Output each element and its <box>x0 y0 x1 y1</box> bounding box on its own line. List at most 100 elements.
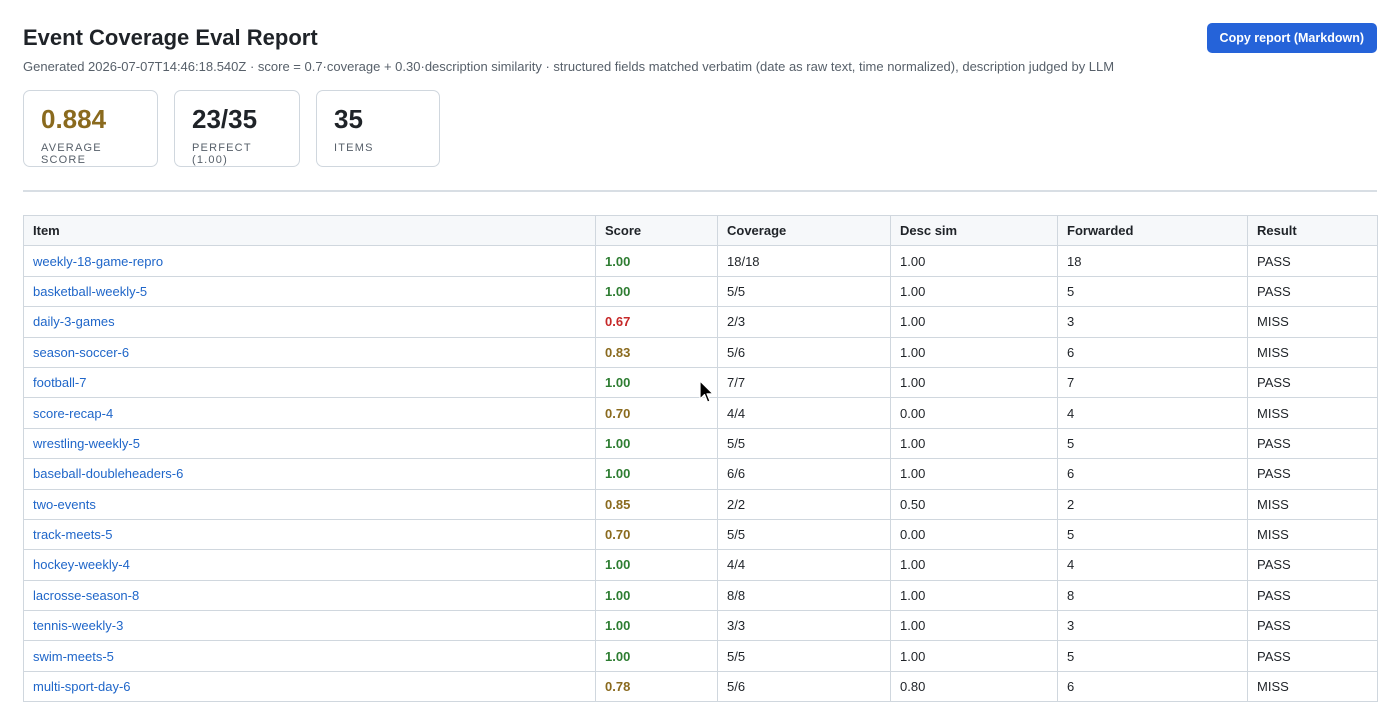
score-cell: 0.78 <box>595 670 718 703</box>
item-link[interactable]: score-recap-4 <box>33 406 113 421</box>
table-header-row: Item Score Coverage Desc sim Forwarded R… <box>23 214 1378 247</box>
item-cell: multi-sport-day-6 <box>23 670 596 703</box>
stat-card-perfect: 23/35 Perfect (1.00) <box>174 90 300 167</box>
result-cell: MISS <box>1247 306 1378 338</box>
forwarded-cell: 5 <box>1057 427 1248 460</box>
item-cell: hockey-weekly-4 <box>23 549 596 581</box>
item-cell: daily-3-games <box>23 306 596 338</box>
copy-report-button[interactable]: Copy report (Markdown) <box>1206 23 1377 53</box>
table-row: multi-sport-day-6 0.78 5/6 0.80 6 MISS <box>23 670 1378 703</box>
item-link[interactable]: tennis-weekly-3 <box>33 618 123 633</box>
item-cell: season-soccer-6 <box>23 336 596 368</box>
forwarded-cell: 2 <box>1057 488 1248 520</box>
score-cell: 1.00 <box>595 640 718 672</box>
forwarded-cell: 3 <box>1057 610 1248 642</box>
item-link[interactable]: daily-3-games <box>33 314 115 329</box>
table-row: two-events 0.85 2/2 0.50 2 MISS <box>23 488 1378 520</box>
column-header-coverage[interactable]: Coverage <box>717 214 891 247</box>
desc-sim-cell: 0.80 <box>890 670 1058 703</box>
result-cell: MISS <box>1247 488 1378 520</box>
score-cell: 1.00 <box>595 579 718 612</box>
desc-sim-cell: 1.00 <box>890 245 1058 277</box>
table-row: hockey-weekly-4 1.00 4/4 1.00 4 PASS <box>23 549 1378 581</box>
results-table: Item Score Coverage Desc sim Forwarded R… <box>23 214 1378 703</box>
forwarded-cell: 4 <box>1057 549 1248 581</box>
coverage-cell: 5/5 <box>717 518 891 551</box>
desc-sim-cell: 1.00 <box>890 640 1058 672</box>
table-row: daily-3-games 0.67 2/3 1.00 3 MISS <box>23 306 1378 338</box>
item-cell: score-recap-4 <box>23 397 596 429</box>
result-cell: PASS <box>1247 640 1378 672</box>
forwarded-cell: 5 <box>1057 518 1248 551</box>
item-link[interactable]: football-7 <box>33 375 86 390</box>
item-link[interactable]: multi-sport-day-6 <box>33 679 131 694</box>
result-cell: PASS <box>1247 427 1378 460</box>
table-row: wrestling-weekly-5 1.00 5/5 1.00 5 PASS <box>23 427 1378 460</box>
desc-sim-cell: 1.00 <box>890 549 1058 581</box>
item-link[interactable]: two-events <box>33 497 96 512</box>
result-cell: PASS <box>1247 610 1378 642</box>
forwarded-cell: 6 <box>1057 670 1248 703</box>
result-cell: MISS <box>1247 518 1378 551</box>
report-page: Event Coverage Eval Report Generated 202… <box>0 0 1400 710</box>
column-header-result[interactable]: Result <box>1247 214 1378 247</box>
result-cell: MISS <box>1247 336 1378 368</box>
item-cell: two-events <box>23 488 596 520</box>
desc-sim-cell: 1.00 <box>890 336 1058 368</box>
column-header-item[interactable]: Item <box>23 214 596 247</box>
item-link[interactable]: season-soccer-6 <box>33 345 129 360</box>
table-row: weekly-18-game-repro 1.00 18/18 1.00 18 PASS <box>23 245 1378 277</box>
column-header-desc-sim[interactable]: Desc sim <box>890 214 1058 247</box>
item-link[interactable]: basketball-weekly-5 <box>33 284 147 299</box>
score-cell: 0.85 <box>595 488 718 520</box>
item-link[interactable]: swim-meets-5 <box>33 649 114 664</box>
item-link[interactable]: baseball-doubleheaders-6 <box>33 466 183 481</box>
table-row: track-meets-5 0.70 5/5 0.00 5 MISS <box>23 518 1378 551</box>
coverage-cell: 3/3 <box>717 610 891 642</box>
score-cell: 1.00 <box>595 549 718 581</box>
table-body: weekly-18-game-repro 1.00 18/18 1.00 18 PASS b… <box>23 245 1378 703</box>
coverage-cell: 2/2 <box>717 488 891 520</box>
table-row: baseball-doubleheaders-6 1.00 6/6 1.00 6 PASS <box>23 458 1378 490</box>
coverage-cell: 2/3 <box>717 306 891 338</box>
item-link[interactable]: weekly-18-game-repro <box>33 254 163 269</box>
item-link[interactable]: hockey-weekly-4 <box>33 557 130 572</box>
forwarded-cell: 7 <box>1057 366 1248 399</box>
item-link[interactable]: track-meets-5 <box>33 527 112 542</box>
coverage-cell: 5/5 <box>717 275 891 308</box>
coverage-cell: 7/7 <box>717 366 891 399</box>
result-cell: MISS <box>1247 670 1378 703</box>
forwarded-cell: 5 <box>1057 640 1248 672</box>
item-cell: lacrosse-season-8 <box>23 579 596 612</box>
desc-sim-cell: 0.00 <box>890 397 1058 429</box>
results-table-container: Item Score Coverage Desc sim Forwarded R… <box>23 214 1378 703</box>
score-cell: 0.70 <box>595 518 718 551</box>
forwarded-cell: 5 <box>1057 275 1248 308</box>
item-cell: tennis-weekly-3 <box>23 610 596 642</box>
table-row: season-soccer-6 0.83 5/6 1.00 6 MISS <box>23 336 1378 368</box>
item-cell: basketball-weekly-5 <box>23 275 596 308</box>
stat-card-average-score: 0.884 Average score <box>23 90 158 167</box>
score-cell: 1.00 <box>595 245 718 277</box>
forwarded-cell: 3 <box>1057 306 1248 338</box>
section-divider <box>23 190 1377 192</box>
coverage-cell: 4/4 <box>717 397 891 429</box>
stat-value: 23/35 <box>192 104 258 134</box>
item-cell: weekly-18-game-repro <box>23 245 596 277</box>
table-row: tennis-weekly-3 1.00 3/3 1.00 3 PASS <box>23 610 1378 642</box>
column-header-forwarded[interactable]: Forwarded <box>1057 214 1248 247</box>
score-cell: 1.00 <box>595 458 718 490</box>
item-link[interactable]: wrestling-weekly-5 <box>33 436 140 451</box>
desc-sim-cell: 1.00 <box>890 366 1058 399</box>
table-row: swim-meets-5 1.00 5/5 1.00 5 PASS <box>23 640 1378 672</box>
score-cell: 1.00 <box>595 275 718 308</box>
forwarded-cell: 18 <box>1057 245 1248 277</box>
item-link[interactable]: lacrosse-season-8 <box>33 588 139 603</box>
column-header-score[interactable]: Score <box>595 214 718 247</box>
page-title: Event Coverage Eval Report <box>23 25 318 50</box>
stat-value: 0.884 <box>41 104 107 134</box>
result-cell: PASS <box>1247 458 1378 490</box>
result-cell: PASS <box>1247 549 1378 581</box>
result-cell: MISS <box>1247 397 1378 429</box>
result-cell: PASS <box>1247 275 1378 308</box>
